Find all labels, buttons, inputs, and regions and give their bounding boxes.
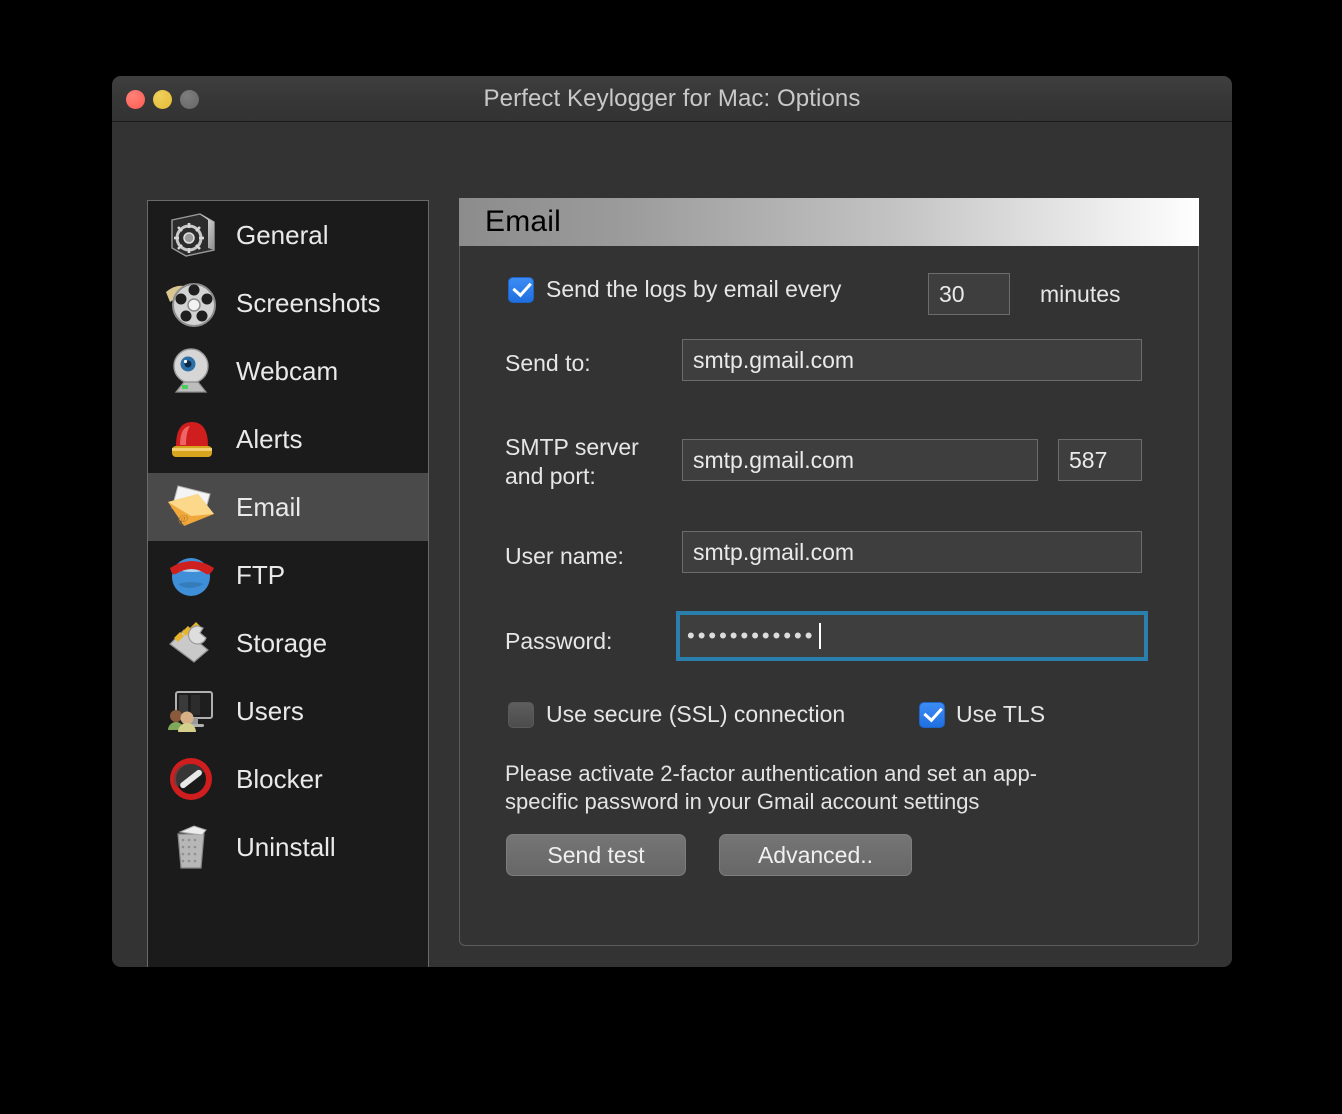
send-to-value: smtp.gmail.com — [693, 347, 854, 374]
window-titlebar: Perfect Keylogger for Mac: Options — [112, 76, 1232, 122]
send-logs-label: Send the logs by email every — [546, 276, 841, 303]
sidebar-item-label: FTP — [236, 560, 285, 591]
hint-line-2: specific password in your Gmail account … — [505, 788, 1105, 816]
sidebar-item-label: Webcam — [236, 356, 338, 387]
user-name-value: smtp.gmail.com — [693, 539, 854, 566]
ssl-row: Use secure (SSL) connection — [508, 701, 845, 728]
tls-label: Use TLS — [956, 701, 1045, 728]
envelope-icon: @ — [160, 477, 224, 537]
sidebar-item-storage[interactable]: Storage — [148, 609, 428, 677]
sidebar-item-label: Blocker — [236, 764, 323, 795]
no-entry-icon — [160, 749, 224, 809]
tls-checkbox[interactable] — [919, 702, 945, 728]
options-window: Perfect Keylogger for Mac: Options — [112, 76, 1232, 967]
tls-row: Use TLS — [919, 701, 1045, 728]
send-to-input[interactable]: smtp.gmail.com — [682, 339, 1142, 381]
minimize-window-button[interactable] — [153, 90, 172, 109]
traffic-light-group — [126, 76, 199, 122]
sidebar-item-label: Users — [236, 696, 304, 727]
advanced-button[interactable]: Advanced.. — [719, 834, 912, 876]
ssl-label: Use secure (SSL) connection — [546, 701, 845, 728]
smtp-server-label: SMTP server and port: — [505, 433, 670, 492]
close-window-button[interactable] — [126, 90, 145, 109]
sidebar-item-general[interactable]: General — [148, 201, 428, 269]
password-input[interactable]: •••••••••••• — [676, 611, 1148, 661]
page-title: Email — [485, 205, 561, 239]
send-test-label: Send test — [547, 842, 644, 869]
smtp-server-value: smtp.gmail.com — [693, 447, 854, 474]
film-reel-icon — [160, 273, 224, 333]
sidebar-item-webcam[interactable]: Webcam — [148, 337, 428, 405]
text-caret — [819, 623, 821, 649]
sidebar-item-label: Alerts — [236, 424, 302, 455]
sidebar-item-label: General — [236, 220, 329, 251]
sidebar-item-label: Email — [236, 492, 301, 523]
webcam-icon — [160, 341, 224, 401]
smtp-port-value: 587 — [1069, 447, 1107, 474]
gmail-hint-text: Please activate 2-factor authentication … — [505, 760, 1105, 816]
interval-minutes-input[interactable]: 30 — [928, 273, 1010, 315]
advanced-label: Advanced.. — [758, 842, 873, 869]
window-body: General Screenshots — [112, 122, 1232, 967]
monitor-users-icon — [160, 681, 224, 741]
zoom-window-button[interactable] — [180, 90, 199, 109]
send-logs-checkbox[interactable] — [508, 277, 534, 303]
sidebar-item-email[interactable]: @ Email — [148, 473, 428, 541]
smtp-server-input[interactable]: smtp.gmail.com — [682, 439, 1038, 481]
hint-line-1: Please activate 2-factor authentication … — [505, 760, 1105, 788]
smtp-port-input[interactable]: 587 — [1058, 439, 1142, 481]
siren-light-icon — [160, 409, 224, 469]
password-masked-value: •••••••••••• — [687, 625, 815, 647]
password-label: Password: — [505, 628, 612, 655]
sidebar-item-ftp[interactable]: FTP — [148, 541, 428, 609]
svg-text:@: @ — [178, 513, 188, 525]
send-test-button[interactable]: Send test — [506, 834, 686, 876]
sidebar-item-blocker[interactable]: Blocker — [148, 745, 428, 813]
sidebar-item-label: Uninstall — [236, 832, 336, 863]
sidebar-item-screenshots[interactable]: Screenshots — [148, 269, 428, 337]
sidebar-item-uninstall[interactable]: Uninstall — [148, 813, 428, 881]
sidebar-item-users[interactable]: Users — [148, 677, 428, 745]
ssl-checkbox[interactable] — [508, 702, 534, 728]
globe-icon — [160, 545, 224, 605]
send-to-label: Send to: — [505, 350, 591, 377]
user-name-input[interactable]: smtp.gmail.com — [682, 531, 1142, 573]
wrench-icon — [160, 613, 224, 673]
panel-header: Email — [459, 198, 1199, 246]
sidebar-item-label: Storage — [236, 628, 327, 659]
trash-can-icon — [160, 817, 224, 877]
minutes-unit-label: minutes — [1040, 281, 1121, 308]
interval-minutes-value: 30 — [939, 281, 965, 308]
settings-sidebar: General Screenshots — [147, 200, 429, 967]
sidebar-item-alerts[interactable]: Alerts — [148, 405, 428, 473]
send-logs-row: Send the logs by email every — [508, 276, 841, 303]
sidebar-item-label: Screenshots — [236, 288, 381, 319]
gear-machine-icon — [160, 205, 224, 265]
window-title: Perfect Keylogger for Mac: Options — [112, 85, 1232, 113]
email-settings-panel: Email Send the logs by email every 30 mi… — [459, 198, 1199, 946]
user-name-label: User name: — [505, 543, 624, 570]
panel-body: Send the logs by email every 30 minutes … — [459, 246, 1199, 946]
